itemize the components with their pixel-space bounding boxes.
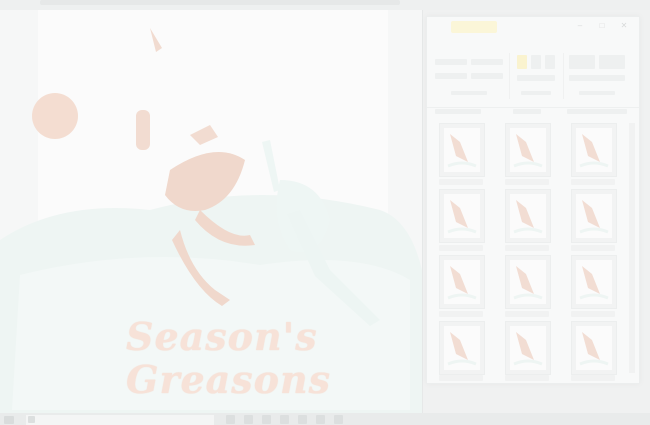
image-thumbnail[interactable] — [571, 123, 617, 177]
explorer-title-bar: – □ ✕ — [427, 17, 639, 37]
title-bar-content — [40, 0, 400, 5]
image-thumbnail[interactable] — [505, 255, 551, 309]
thumbnail-label — [505, 245, 549, 251]
taskbar-search-box[interactable] — [26, 415, 214, 425]
card-title-line-2: Greasons — [126, 357, 332, 402]
ribbon-button[interactable] — [435, 73, 467, 79]
thumbnail-label — [571, 311, 615, 317]
thumbnail-label — [571, 245, 615, 251]
app-icon[interactable] — [316, 415, 325, 424]
column-header[interactable] — [513, 109, 541, 114]
card-title: Season's Greasons — [126, 314, 332, 402]
maximize-icon[interactable]: □ — [595, 21, 609, 31]
thumbnail-label — [505, 179, 549, 185]
ribbon-button[interactable] — [435, 59, 467, 65]
ribbon-button[interactable] — [517, 75, 555, 81]
app-icon[interactable] — [244, 415, 253, 424]
ribbon-button[interactable] — [471, 59, 503, 65]
ribbon-group-view — [565, 53, 631, 99]
app-icon[interactable] — [226, 415, 235, 424]
ribbon-button[interactable] — [599, 55, 625, 69]
ribbon-group-label — [579, 91, 615, 95]
thumbnail-label — [571, 375, 615, 381]
thumbnail-label — [439, 375, 483, 381]
thumbnail-label — [439, 245, 483, 251]
top-title-bar — [0, 0, 650, 10]
app-icon[interactable] — [280, 415, 289, 424]
image-thumbnail[interactable] — [571, 321, 617, 375]
thumbnail-label — [439, 311, 483, 317]
image-thumbnail[interactable] — [571, 255, 617, 309]
taskbar — [0, 413, 650, 425]
app-icon[interactable] — [334, 415, 343, 424]
file-explorer-window: – □ ✕ — [426, 16, 640, 384]
ribbon-group-organize — [511, 53, 564, 99]
search-icon — [28, 416, 35, 423]
image-thumbnail[interactable] — [439, 255, 485, 309]
thumbnail-label — [505, 375, 549, 381]
image-thumbnail[interactable] — [571, 189, 617, 243]
ribbon-group-clipboard — [431, 53, 510, 99]
ribbon-button[interactable] — [531, 55, 541, 69]
folder-icon — [451, 21, 497, 33]
image-thumbnail[interactable] — [439, 189, 485, 243]
ribbon-group-label — [521, 91, 551, 95]
image-thumbnail[interactable] — [439, 123, 485, 177]
ribbon-button[interactable] — [569, 75, 625, 81]
column-header[interactable] — [567, 109, 627, 114]
image-viewer: Season's Greasons — [0, 10, 423, 413]
minimize-icon[interactable]: – — [573, 21, 587, 31]
thumbnail-label — [439, 179, 483, 185]
image-thumbnail[interactable] — [505, 123, 551, 177]
thumbnail-grid — [437, 123, 625, 381]
explorer-ribbon — [427, 39, 639, 108]
ribbon-button[interactable] — [569, 55, 595, 69]
vertical-scrollbar[interactable] — [629, 123, 635, 373]
new-folder-icon[interactable] — [517, 55, 527, 69]
close-icon[interactable]: ✕ — [617, 21, 631, 31]
ribbon-button[interactable] — [545, 55, 555, 69]
ribbon-group-label — [451, 91, 487, 95]
app-icon[interactable] — [262, 415, 271, 424]
thumbnail-label — [571, 179, 615, 185]
image-thumbnail[interactable] — [439, 321, 485, 375]
thumbnail-label — [505, 311, 549, 317]
start-icon[interactable] — [4, 416, 14, 424]
image-thumbnail[interactable] — [505, 189, 551, 243]
ribbon-button[interactable] — [471, 73, 503, 79]
app-icon[interactable] — [298, 415, 307, 424]
column-header[interactable] — [435, 109, 481, 114]
image-thumbnail[interactable] — [505, 321, 551, 375]
card-title-line-1: Season's — [126, 314, 318, 359]
